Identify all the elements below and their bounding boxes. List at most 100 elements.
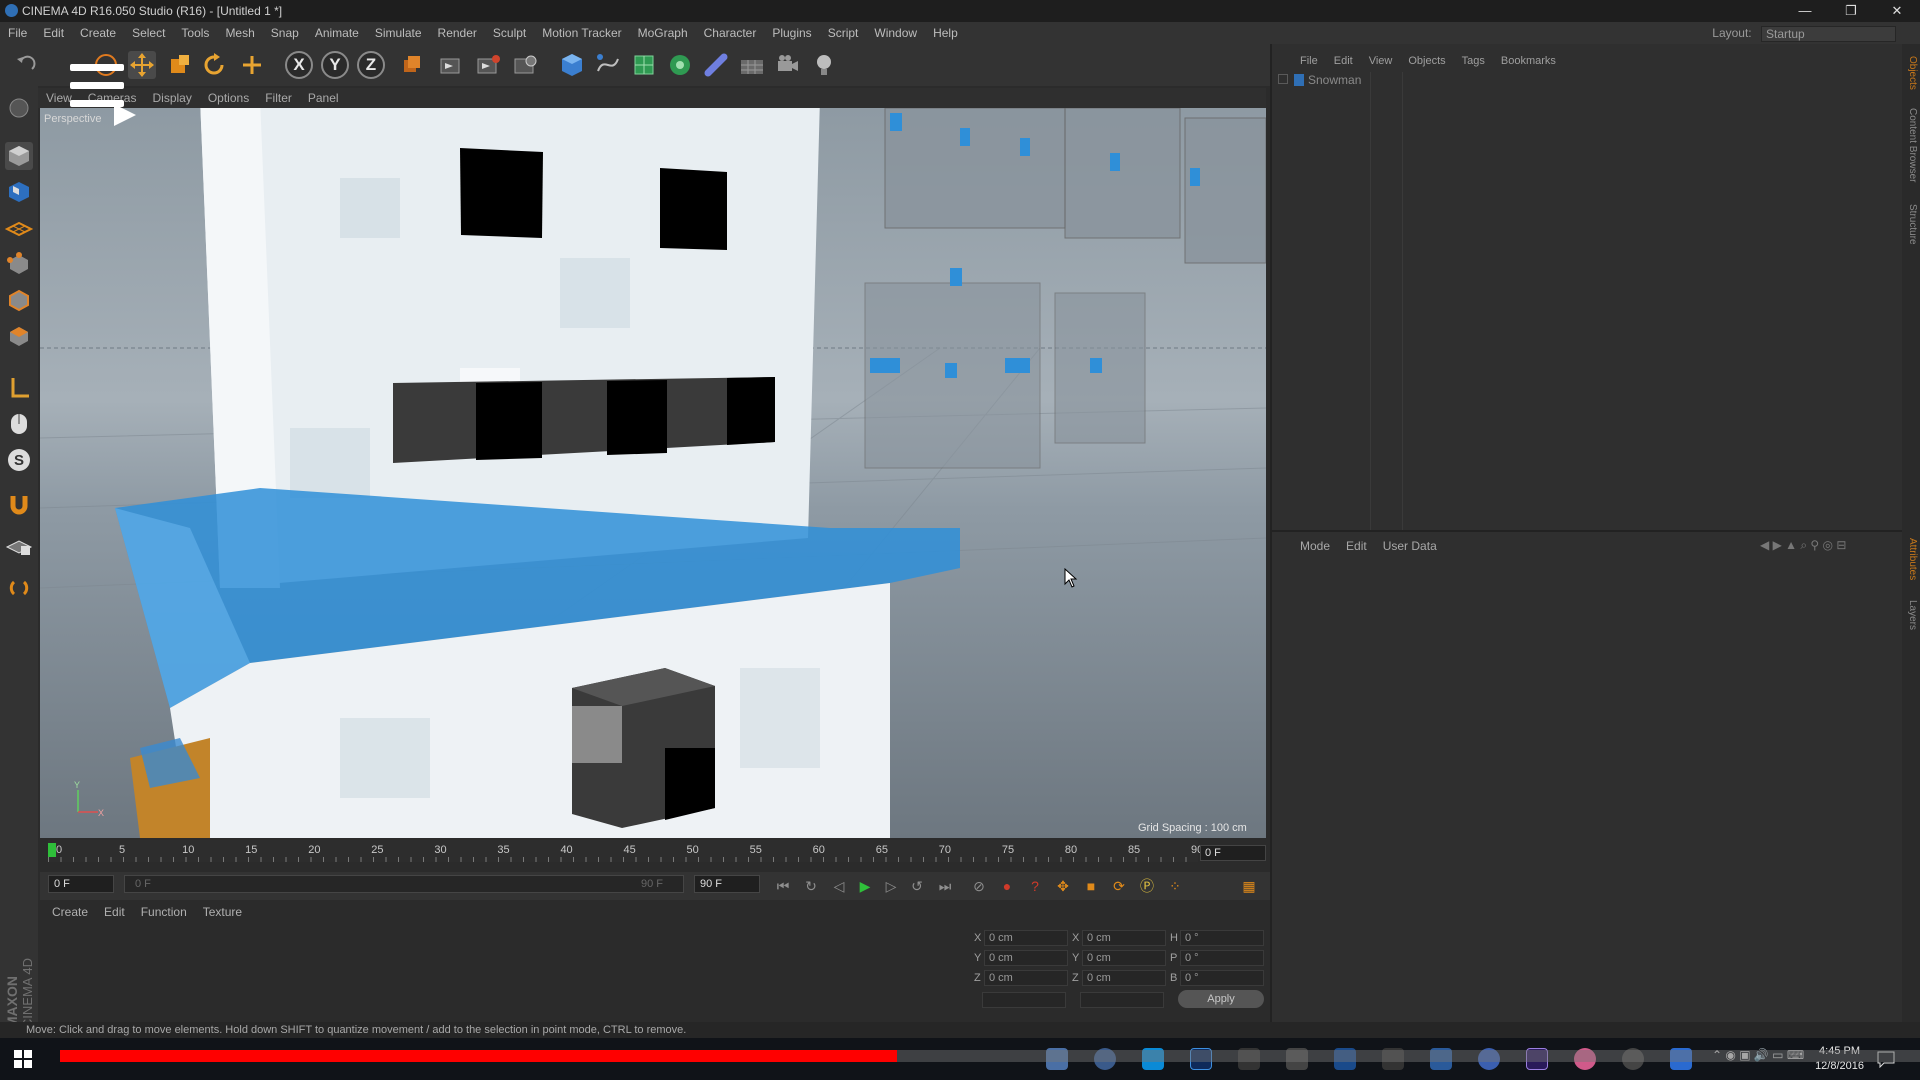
- frame-range-slider[interactable]: 0 F 90 F: [124, 875, 684, 893]
- viewport-menu-panel[interactable]: Panel: [300, 88, 347, 108]
- recent-tool-icon[interactable]: [238, 51, 266, 79]
- attribute-menu-user-data[interactable]: User Data: [1375, 536, 1445, 556]
- scale-tool-icon[interactable]: [165, 51, 193, 79]
- end-frame-field[interactable]: 90 F: [694, 875, 760, 893]
- cloner-icon[interactable]: [666, 51, 694, 79]
- undo-icon[interactable]: [12, 51, 40, 79]
- menu-motion-tracker[interactable]: Motion Tracker: [534, 22, 629, 44]
- viewport-menu-display[interactable]: Display: [144, 88, 199, 108]
- play-forward-icon[interactable]: ▶: [856, 877, 874, 895]
- render-settings-icon[interactable]: [511, 51, 539, 79]
- windows-start-icon[interactable]: [14, 1050, 32, 1068]
- y-axis-lock-button[interactable]: Y: [321, 51, 349, 79]
- menu-create[interactable]: Create: [72, 22, 124, 44]
- material-menu-create[interactable]: Create: [44, 902, 96, 922]
- start-frame-field[interactable]: 0 F: [48, 875, 114, 893]
- menu-snap[interactable]: Snap: [263, 22, 307, 44]
- tweak-mode-icon[interactable]: [5, 410, 33, 438]
- menu-character[interactable]: Character: [696, 22, 765, 44]
- close-button[interactable]: ✕: [1874, 0, 1920, 22]
- menu-window[interactable]: Window: [866, 22, 925, 44]
- edges-mode-icon[interactable]: [5, 286, 33, 314]
- object-menu-edit[interactable]: Edit: [1326, 51, 1361, 71]
- render-view-icon[interactable]: [437, 51, 465, 79]
- expand-icon[interactable]: [1278, 74, 1288, 84]
- polygons-mode-icon[interactable]: [5, 322, 33, 350]
- next-frame-icon[interactable]: ▷: [882, 877, 900, 895]
- timeline-ruler[interactable]: 0 5 10 15 20 25 30 35 40 45 50 55 60 65 70 75 80 85 90: [48, 840, 1203, 862]
- video-progress-bar[interactable]: [60, 1050, 1920, 1062]
- tab-objects[interactable]: Objects: [1904, 56, 1918, 90]
- lock-workplane-icon[interactable]: [5, 532, 33, 560]
- coordinate-system-icon[interactable]: [398, 51, 426, 79]
- snapping-icon[interactable]: S: [5, 446, 33, 474]
- tab-structure[interactable]: Structure: [1904, 204, 1918, 245]
- 3d-viewport[interactable]: Y X: [40, 108, 1266, 838]
- menu-file[interactable]: File: [0, 22, 35, 44]
- points-mode-icon[interactable]: [5, 250, 33, 278]
- attribute-menu-edit[interactable]: Edit: [1338, 536, 1375, 556]
- menu-help[interactable]: Help: [925, 22, 966, 44]
- model-mode-icon[interactable]: [5, 142, 33, 170]
- layout-dropdown[interactable]: Startup: [1761, 25, 1896, 42]
- viewport-menu-filter[interactable]: Filter: [257, 88, 300, 108]
- menu-edit[interactable]: Edit: [35, 22, 72, 44]
- timeline-playhead[interactable]: [48, 843, 56, 857]
- object-menu-view[interactable]: View: [1361, 51, 1401, 71]
- rotate-tool-icon[interactable]: [200, 51, 228, 79]
- object-menu-objects[interactable]: Objects: [1400, 51, 1453, 71]
- viewport-menu-options[interactable]: Options: [200, 88, 257, 108]
- x-axis-lock-button[interactable]: X: [285, 51, 313, 79]
- minimize-button[interactable]: —: [1782, 0, 1828, 22]
- deformer-icon[interactable]: [702, 51, 730, 79]
- play-overlay-icon[interactable]: [110, 100, 140, 130]
- attribute-menu-mode[interactable]: Mode: [1292, 536, 1338, 556]
- rotation-b-field[interactable]: 0 °: [1180, 970, 1264, 986]
- material-menu-function[interactable]: Function: [133, 902, 195, 922]
- autokeying-icon[interactable]: ●: [998, 877, 1016, 895]
- menu-plugins[interactable]: Plugins: [764, 22, 819, 44]
- keyframe-selection-icon[interactable]: ?: [1026, 877, 1044, 895]
- object-menu-file[interactable]: File: [1292, 51, 1326, 71]
- axis-mode-icon[interactable]: [5, 374, 33, 402]
- make-editable-icon[interactable]: [5, 94, 33, 122]
- record-point-level-icon[interactable]: ⁘: [1166, 877, 1184, 895]
- record-parameter-icon[interactable]: Ⓟ: [1138, 877, 1156, 895]
- menu-mograph[interactable]: MoGraph: [630, 22, 696, 44]
- move-tool-icon[interactable]: [128, 51, 156, 79]
- record-scale-icon[interactable]: ■: [1082, 877, 1100, 895]
- menu-render[interactable]: Render: [430, 22, 485, 44]
- restore-button[interactable]: ❐: [1828, 0, 1874, 22]
- menu-script[interactable]: Script: [820, 22, 867, 44]
- menu-select[interactable]: Select: [124, 22, 173, 44]
- position-x-field[interactable]: 0 cm: [984, 930, 1068, 946]
- rotation-h-field[interactable]: 0 °: [1180, 930, 1264, 946]
- coord-size-dropdown[interactable]: [1080, 992, 1164, 1008]
- record-rotation-icon[interactable]: ⟳: [1110, 877, 1128, 895]
- magnet-icon[interactable]: [5, 490, 33, 518]
- coord-mode-dropdown[interactable]: [982, 992, 1066, 1008]
- timeline-window-icon[interactable]: ▦: [1240, 877, 1258, 895]
- menu-mesh[interactable]: Mesh: [217, 22, 262, 44]
- size-x-field[interactable]: 0 cm: [1082, 930, 1166, 946]
- attribute-nav-icons[interactable]: ◀ ▶ ▲ ⌕ ⚲ ◎ ⊟: [1760, 538, 1890, 552]
- object-row[interactable]: Snowman: [1272, 72, 1902, 558]
- texture-mode-icon[interactable]: [5, 178, 33, 206]
- next-key-icon[interactable]: ↺: [908, 877, 926, 895]
- workplane-mode-icon[interactable]: [4, 214, 34, 242]
- go-to-start-icon[interactable]: ⏮: [774, 877, 792, 895]
- tab-content-browser[interactable]: Content Browser: [1904, 108, 1918, 182]
- object-menu-tags[interactable]: Tags: [1454, 51, 1493, 71]
- menu-sculpt[interactable]: Sculpt: [485, 22, 534, 44]
- go-to-end-icon[interactable]: ⏭: [936, 877, 954, 895]
- floor-object-icon[interactable]: [738, 51, 766, 79]
- record-active-objects-icon[interactable]: ⊘: [970, 877, 988, 895]
- menu-simulate[interactable]: Simulate: [367, 22, 430, 44]
- render-picture-viewer-icon[interactable]: [474, 51, 502, 79]
- object-name[interactable]: Snowman: [1308, 73, 1361, 87]
- cube-object-icon[interactable]: [558, 51, 586, 79]
- light-object-icon[interactable]: [810, 51, 838, 79]
- size-y-field[interactable]: 0 cm: [1082, 950, 1166, 966]
- menu-tools[interactable]: Tools: [173, 22, 217, 44]
- apply-button[interactable]: Apply: [1178, 990, 1264, 1008]
